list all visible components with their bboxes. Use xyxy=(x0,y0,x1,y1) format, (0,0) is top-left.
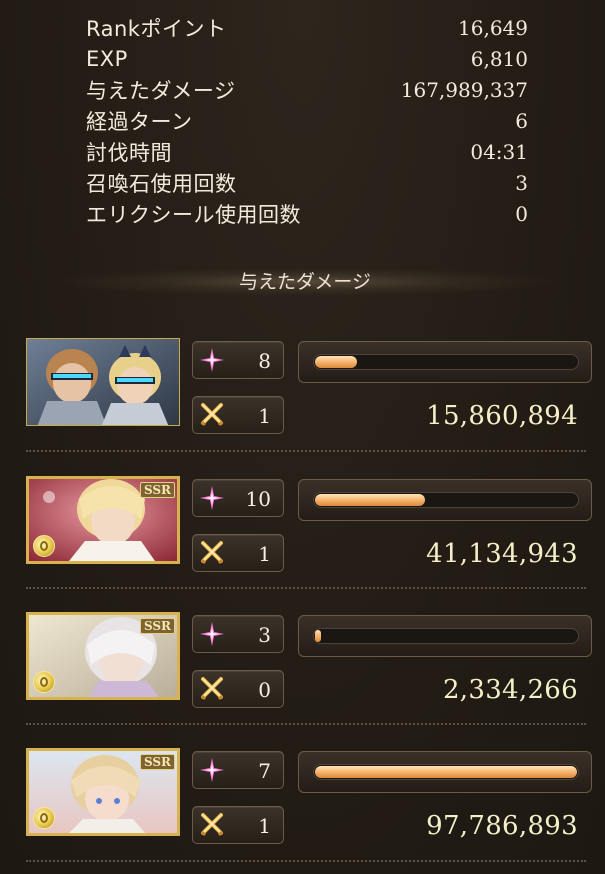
attack-count: 0 xyxy=(258,678,271,702)
ability-count-pill: 10 xyxy=(192,479,284,517)
character-row: SSR 3 0 2,334,266 xyxy=(26,612,592,732)
crossed-swords-icon xyxy=(200,403,224,427)
stat-value: 16,649 xyxy=(458,15,528,40)
stat-label: 与えたダメージ xyxy=(86,78,236,103)
damage-bar-track xyxy=(313,764,579,780)
stat-value: 04:31 xyxy=(470,139,528,164)
ability-count: 7 xyxy=(258,759,271,783)
stat-value: 167,989,337 xyxy=(400,77,528,102)
pink-sparkle-icon xyxy=(200,486,224,510)
row-divider xyxy=(26,587,586,589)
stat-row-elixir-uses: エリクシール使用回数 0 xyxy=(86,198,528,229)
stat-row-rank-points: Rankポイント 16,649 xyxy=(86,12,528,43)
character-portrait[interactable]: SSR xyxy=(26,748,180,836)
crossed-swords-icon xyxy=(200,677,224,701)
stat-label: エリクシール使用回数 xyxy=(86,202,301,227)
light-element-icon xyxy=(33,807,55,829)
damage-bar-fill xyxy=(315,356,357,368)
damage-bar-fill xyxy=(315,630,321,642)
damage-bar-fill xyxy=(315,494,425,506)
ability-count-pill: 8 xyxy=(192,341,284,379)
attack-count-pill: 0 xyxy=(192,670,284,708)
row-divider xyxy=(26,723,586,725)
stat-label: 討伐時間 xyxy=(86,140,172,165)
character-row: SSR 10 1 41,134,943 xyxy=(26,476,592,596)
section-title-damage: 与えたダメージ xyxy=(50,262,560,298)
stat-label: EXP xyxy=(86,46,128,71)
stat-label: Rankポイント xyxy=(86,16,227,41)
attack-count: 1 xyxy=(258,814,271,838)
ability-count: 8 xyxy=(258,349,271,373)
stat-label: 経過ターン xyxy=(86,109,193,134)
ability-count: 3 xyxy=(258,623,271,647)
crossed-swords-icon xyxy=(200,813,224,837)
character-portrait[interactable] xyxy=(26,338,180,426)
crossed-swords-icon xyxy=(200,541,224,565)
pink-sparkle-icon xyxy=(200,622,224,646)
attack-count-pill: 1 xyxy=(192,534,284,572)
row-divider xyxy=(26,860,586,862)
stat-value: 3 xyxy=(515,170,528,195)
ability-count-pill: 7 xyxy=(192,751,284,789)
attack-count: 1 xyxy=(258,404,271,428)
portrait-art xyxy=(27,339,179,425)
damage-bar xyxy=(298,341,592,383)
damage-bar-track xyxy=(313,628,579,644)
damage-bar-track xyxy=(313,354,579,370)
pink-sparkle-icon xyxy=(200,348,224,372)
rarity-badge: SSR xyxy=(139,482,175,498)
stat-value: 6,810 xyxy=(470,46,528,71)
rarity-badge: SSR xyxy=(139,618,175,634)
damage-value: 41,134,943 xyxy=(426,539,578,569)
stat-row-exp: EXP 6,810 xyxy=(86,43,528,74)
stat-label: 召喚石使用回数 xyxy=(86,171,237,196)
stat-row-summon-uses: 召喚石使用回数 3 xyxy=(86,167,528,198)
damage-bar-track xyxy=(313,492,579,508)
attack-count: 1 xyxy=(258,542,271,566)
stat-value: 0 xyxy=(515,201,528,226)
damage-value: 2,334,266 xyxy=(442,675,578,705)
light-element-icon xyxy=(33,671,55,693)
character-portrait[interactable]: SSR xyxy=(26,476,180,564)
character-portrait[interactable]: SSR xyxy=(26,612,180,700)
character-row: SSR 7 1 97,786,893 xyxy=(26,748,592,868)
damage-bar xyxy=(298,479,592,521)
rarity-badge: SSR xyxy=(139,754,175,770)
damage-value: 15,860,894 xyxy=(426,401,578,431)
character-row: 8 1 15,860,894 xyxy=(26,338,592,458)
damage-bar xyxy=(298,615,592,657)
ability-count-pill: 3 xyxy=(192,615,284,653)
light-element-icon xyxy=(33,535,55,557)
ability-count: 10 xyxy=(245,487,271,511)
damage-bar-fill xyxy=(315,766,577,778)
result-stats: Rankポイント 16,649 EXP 6,810 与えたダメージ 167,98… xyxy=(86,12,528,229)
row-divider xyxy=(26,450,586,452)
stat-value: 6 xyxy=(515,108,528,133)
damage-bar xyxy=(298,751,592,793)
damage-value: 97,786,893 xyxy=(426,811,578,841)
attack-count-pill: 1 xyxy=(192,806,284,844)
stat-row-turns: 経過ターン 6 xyxy=(86,105,528,136)
attack-count-pill: 1 xyxy=(192,396,284,434)
pink-sparkle-icon xyxy=(200,758,224,782)
stat-row-total-damage: 与えたダメージ 167,989,337 xyxy=(86,74,528,105)
stat-row-time: 討伐時間 04:31 xyxy=(86,136,528,167)
